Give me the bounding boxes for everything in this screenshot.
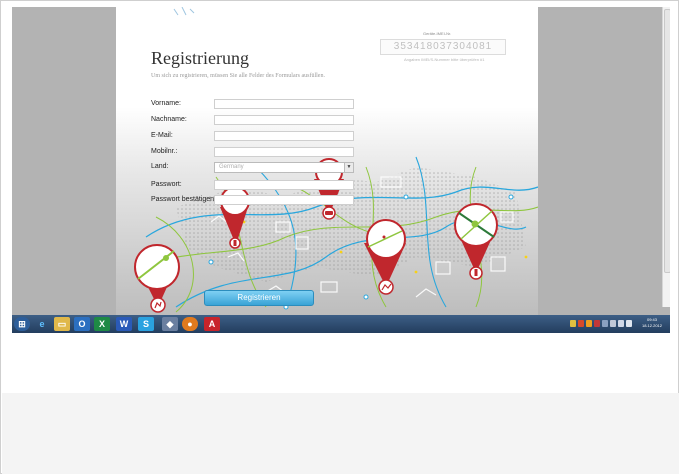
country-label: Land:	[151, 163, 169, 170]
taskbar-clock[interactable]: 09:43 18.12.2012	[636, 317, 668, 329]
screenshot-area: Geräte-IMEI-Nr. 353418037304081 Angaben …	[12, 7, 670, 333]
registration-page: Geräte-IMEI-Nr. 353418037304081 Angaben …	[116, 7, 538, 315]
network-icon[interactable]	[618, 320, 624, 327]
acrobat-icon[interactable]: A	[204, 317, 220, 331]
outlook-icon[interactable]: O	[74, 317, 90, 331]
country-select[interactable]: Germany ▼	[214, 162, 354, 173]
lastname-label: Nachname:	[151, 116, 187, 123]
email-input[interactable]	[214, 131, 354, 141]
tray-icon-5[interactable]	[602, 320, 608, 327]
password-confirm-label: Passwort bestätigen:	[151, 196, 216, 203]
explorer-icon[interactable]: ▭	[54, 317, 70, 331]
mobile-input[interactable]	[214, 147, 354, 157]
ie-icon[interactable]: e	[34, 317, 50, 331]
mobile-label: Mobilnr.:	[151, 148, 178, 155]
email-label: E-Mail:	[151, 132, 173, 139]
start-icon[interactable]: ⊞	[14, 317, 30, 331]
scrollbar-thumb[interactable]	[664, 9, 670, 273]
tray-icon-1[interactable]	[570, 320, 576, 327]
lastname-input[interactable]	[214, 115, 354, 125]
tray-icon-4[interactable]	[594, 320, 600, 327]
firstname-label: Vorname:	[151, 100, 181, 107]
skype-icon[interactable]: S	[138, 317, 154, 331]
volume-icon[interactable]	[626, 320, 632, 327]
word-icon[interactable]: W	[116, 317, 132, 331]
lower-panel	[2, 393, 679, 474]
clock-date: 18.12.2012	[641, 323, 663, 328]
serial-number-display: 353418037304081	[380, 39, 506, 55]
page-title: Registrierung	[151, 48, 249, 68]
password-label: Passwort:	[151, 181, 182, 188]
password-confirm-input[interactable]	[214, 195, 354, 205]
taskbar: ⊞ e ▭ O X W S ◆ ● A 09:43 18.12.2012	[12, 315, 670, 333]
chevron-down-icon[interactable]: ▼	[344, 163, 353, 172]
tray-icon-3[interactable]	[586, 320, 592, 327]
firefox-icon[interactable]: ●	[182, 317, 198, 331]
serial-note: Angaben IMEI/S-Nummer bitte überprüfen #…	[404, 57, 485, 62]
flag-icon[interactable]	[610, 320, 616, 327]
vertical-scrollbar[interactable]	[662, 7, 670, 307]
firstname-input[interactable]	[214, 99, 354, 109]
country-select-value: Germany	[219, 164, 244, 170]
register-button[interactable]: Registrieren	[204, 290, 314, 306]
serial-label: Geräte-IMEI-Nr.	[423, 31, 452, 36]
tray-icon-2[interactable]	[578, 320, 584, 327]
app-icon[interactable]: ◆	[162, 317, 178, 331]
page-subtitle: Um sich zu registrieren, müssen Sie alle…	[151, 73, 325, 79]
password-input[interactable]	[214, 180, 354, 190]
excel-icon[interactable]: X	[94, 317, 110, 331]
viewer-frame: Geräte-IMEI-Nr. 353418037304081 Angaben …	[0, 0, 679, 474]
